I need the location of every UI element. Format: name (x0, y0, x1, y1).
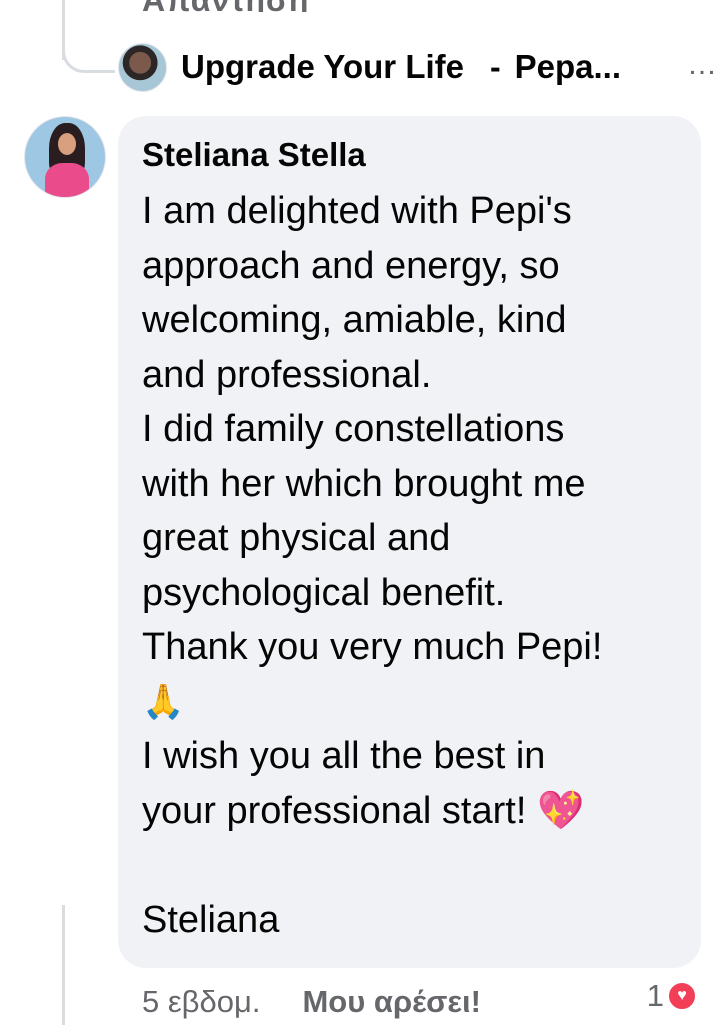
comment-author-name[interactable]: Steliana Stella (142, 136, 366, 174)
parent-author-name[interactable]: Upgrade Your Life (181, 48, 464, 86)
comment-line: I did family constellations (142, 408, 565, 450)
comment-footer: 5 εβδομ. Μου αρέσει! 1 ♥ (142, 978, 712, 1026)
thread-line-continuation (62, 905, 65, 1025)
parent-separator: - (489, 48, 501, 85)
comment-line: your professional start! 💖 (142, 789, 585, 832)
comment-line: welcoming, amiable, kind (142, 299, 567, 341)
comment-line: I am delighted with Pepi's (142, 190, 572, 232)
comment-timestamp[interactable]: 5 εβδομ. (142, 984, 260, 1020)
comment-line: and professional. (142, 353, 432, 396)
reaction-summary[interactable]: 1 ♥ (647, 978, 698, 1014)
comment-line: great physical and (142, 517, 451, 559)
comment-line: I wish you all the best in (142, 735, 546, 777)
page-avatar[interactable] (118, 42, 167, 92)
reaction-count: 1 (646, 978, 664, 1013)
comment-line: psychological benefit. (142, 571, 506, 614)
commenter-avatar[interactable] (24, 116, 106, 198)
parent-page-name[interactable]: Pepa... (515, 48, 621, 86)
comment-signature: Steliana (142, 898, 280, 941)
parent-comment-row[interactable]: Upgrade Your Life - Pepa... … (118, 42, 718, 92)
comment-line: with her which brought me (142, 462, 586, 505)
reply-link[interactable]: Απάντηση (142, 0, 309, 12)
comment-line: Thank you very much Pepi! (142, 626, 603, 668)
comment-text: I am delighted with Pepi's approach and … (142, 184, 692, 947)
more-dots-icon[interactable]: … (687, 48, 718, 82)
comment-blank-line (142, 838, 692, 893)
heart-reaction-icon: ♥ (666, 980, 698, 1012)
comment-line: approach and energy, so (142, 244, 560, 287)
folded-hands-emoji: 🙏 (142, 682, 185, 721)
thread-connector (62, 22, 115, 73)
like-button[interactable]: Μου αρέσει! (302, 984, 481, 1020)
